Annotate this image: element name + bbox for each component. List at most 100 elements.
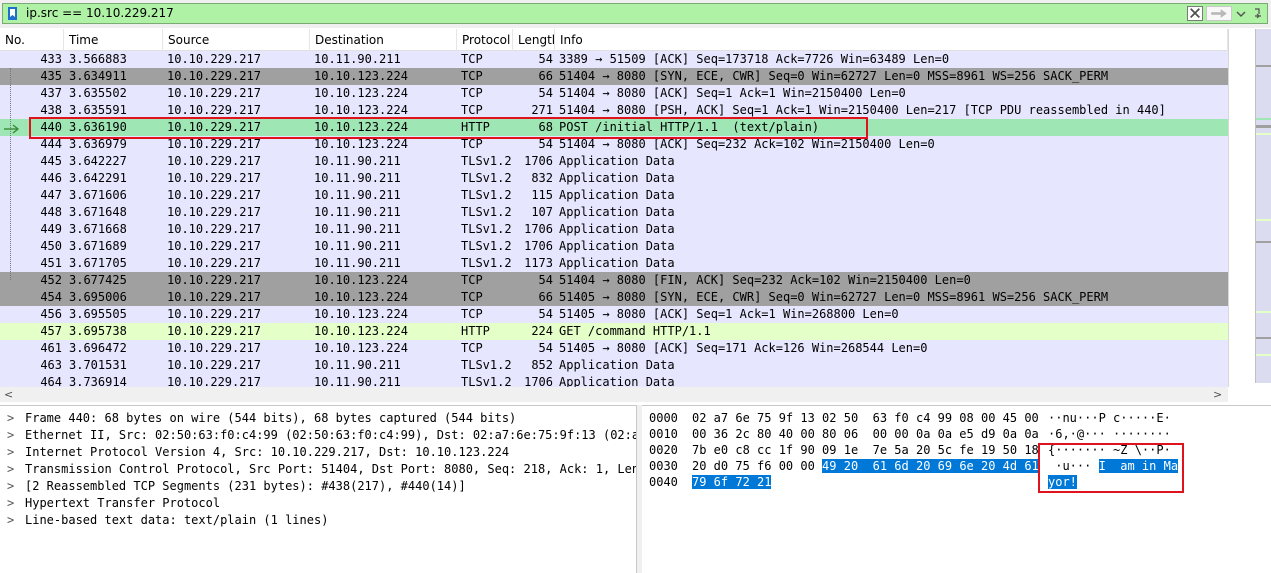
- packet-list-vertical-scrollbar[interactable]: [1228, 29, 1255, 387]
- cell-source: 10.10.229.217: [167, 239, 261, 253]
- bytes-ascii-plain: ··nu···P c·····E·: [1048, 411, 1171, 425]
- column-header-no[interactable]: No.: [0, 29, 64, 51]
- packet-row[interactable]: 435 3.634911 10.10.229.217 10.10.123.224 TCP…: [0, 68, 1228, 85]
- cell-source: 10.10.229.217: [167, 324, 261, 338]
- packet-row[interactable]: 437 3.635502 10.10.229.217 10.10.123.224 TCP…: [0, 85, 1228, 102]
- scroll-right-icon[interactable]: >: [1213, 388, 1222, 401]
- detail-tree-item[interactable]: > Internet Protocol Version 4, Src: 10.10…: [0, 444, 636, 461]
- cell-destination: 10.10.123.224: [314, 273, 408, 287]
- chevron-right-icon[interactable]: >: [7, 512, 17, 529]
- chevron-right-icon[interactable]: >: [7, 410, 17, 427]
- cell-destination: 10.11.90.211: [314, 205, 401, 219]
- cell-length: 1706: [524, 222, 553, 236]
- cell-source: 10.10.229.217: [167, 52, 261, 66]
- column-header-protocol[interactable]: Protocol: [457, 29, 513, 51]
- annotation-highlight-box-ascii: [1038, 443, 1184, 493]
- chevron-right-icon[interactable]: >: [7, 444, 17, 461]
- packet-row[interactable]: 449 3.671668 10.10.229.217 10.11.90.211 TLSv…: [0, 221, 1228, 238]
- detail-tree-label: Frame 440: 68 bytes on wire (544 bits), …: [25, 411, 517, 425]
- packet-row[interactable]: 452 3.677425 10.10.229.217 10.10.123.224 TCP…: [0, 272, 1228, 289]
- cell-destination: 10.11.90.211: [314, 239, 401, 253]
- packet-list-minimap[interactable]: [1255, 29, 1271, 383]
- cell-protocol: TCP: [461, 69, 483, 83]
- cell-info: Application Data: [559, 375, 675, 387]
- cell-info: Application Data: [559, 171, 675, 185]
- bytes-hex-plain: 20 d0 75 f6 00 00: [692, 459, 823, 473]
- bytes-offset: 0020: [649, 443, 678, 457]
- cell-length: 832: [531, 171, 553, 185]
- cell-length: 66: [538, 290, 553, 304]
- packet-row[interactable]: 448 3.671648 10.10.229.217 10.11.90.211 TLSv…: [0, 204, 1228, 221]
- detail-tree-item[interactable]: > Ethernet II, Src: 02:50:63:f0:c4:99 (02…: [0, 427, 636, 444]
- bytes-row[interactable]: 0010 00 36 2c 80 40 00 80 06 00 00 0a 0a …: [642, 426, 1271, 442]
- cell-time: 3.566883: [69, 52, 127, 66]
- bytes-hex: 02 a7 6e 75 9f 13 02 50 63 f0 c4 99 08 0…: [692, 410, 1039, 426]
- packet-list-horizontal-scrollbar[interactable]: < >: [0, 387, 1228, 402]
- cell-destination: 10.11.90.211: [314, 188, 401, 202]
- chevron-right-icon[interactable]: >: [7, 461, 17, 478]
- bytes-offset: 0040: [649, 475, 678, 489]
- packet-row[interactable]: 450 3.671689 10.10.229.217 10.11.90.211 TLSv…: [0, 238, 1228, 255]
- packet-row[interactable]: 433 3.566883 10.10.229.217 10.11.90.211 TCP 5…: [0, 51, 1228, 68]
- packet-row[interactable]: 445 3.642227 10.10.229.217 10.11.90.211 TLSv…: [0, 153, 1228, 170]
- packet-row[interactable]: 451 3.671705 10.10.229.217 10.11.90.211 TLSv…: [0, 255, 1228, 272]
- cell-source: 10.10.229.217: [167, 69, 261, 83]
- cell-source: 10.10.229.217: [167, 290, 261, 304]
- packet-row[interactable]: 461 3.696472 10.10.229.217 10.10.123.224 TCP…: [0, 340, 1228, 357]
- detail-tree-item[interactable]: > Hypertext Transfer Protocol: [0, 495, 636, 512]
- cell-length: 115: [531, 188, 553, 202]
- related-packet-arrow-icon: [4, 124, 20, 134]
- dropdown-icon[interactable]: [1253, 6, 1265, 21]
- cell-info: Application Data: [559, 358, 675, 372]
- chevron-right-icon[interactable]: >: [7, 495, 17, 512]
- cell-time: 3.635502: [69, 86, 127, 100]
- apply-arrow-icon[interactable]: [1206, 6, 1232, 21]
- packet-row[interactable]: 446 3.642291 10.10.229.217 10.11.90.211 TLSv…: [0, 170, 1228, 187]
- bytes-row[interactable]: 0000 02 a7 6e 75 9f 13 02 50 63 f0 c4 99 …: [642, 410, 1271, 426]
- cell-source: 10.10.229.217: [167, 86, 261, 100]
- bytes-offset: 0010: [649, 427, 678, 441]
- column-header-destination[interactable]: Destination: [310, 29, 457, 51]
- cell-destination: 10.11.90.211: [314, 52, 401, 66]
- conversation-tree-line: [10, 68, 11, 280]
- display-filter-input[interactable]: ip.src == 10.10.229.217: [2, 3, 1268, 24]
- cell-time: 3.671668: [69, 222, 127, 236]
- cell-info: 51405 → 8080 [ACK] Seq=171 Ack=126 Win=2…: [559, 341, 928, 355]
- cell-source: 10.10.229.217: [167, 205, 261, 219]
- packet-row[interactable]: 456 3.695505 10.10.229.217 10.10.123.224 TCP…: [0, 306, 1228, 323]
- scroll-left-icon[interactable]: <: [4, 388, 13, 401]
- cell-protocol: TCP: [461, 341, 483, 355]
- column-header-length[interactable]: Lengtl: [513, 29, 555, 51]
- column-header-time[interactable]: Time: [64, 29, 163, 51]
- chevron-right-icon[interactable]: >: [7, 427, 17, 444]
- packet-list: 433 3.566883 10.10.229.217 10.11.90.211 TCP 5…: [0, 51, 1228, 387]
- column-header-source[interactable]: Source: [163, 29, 310, 51]
- packet-row[interactable]: 464 3.736914 10.10.229.217 10.11.90.211 TLSv…: [0, 374, 1228, 387]
- cell-destination: 10.11.90.211: [314, 358, 401, 372]
- bytes-hex: 20 d0 75 f6 00 00 49 20 61 6d 20 69 6e 2…: [692, 458, 1039, 474]
- cell-length: 54: [538, 341, 553, 355]
- cell-destination: 10.11.90.211: [314, 222, 401, 236]
- cell-time: 3.642227: [69, 154, 127, 168]
- detail-tree-item[interactable]: > Frame 440: 68 bytes on wire (544 bits),…: [0, 410, 636, 427]
- chevron-right-icon[interactable]: >: [7, 478, 17, 495]
- cell-length: 107: [531, 205, 553, 219]
- detail-tree-label: Line-based text data: text/plain (1 line…: [25, 513, 329, 527]
- detail-tree-item[interactable]: > Line-based text data: text/plain (1 lin…: [0, 512, 636, 529]
- recent-icon[interactable]: [1234, 6, 1248, 21]
- packet-row[interactable]: 447 3.671606 10.10.229.217 10.11.90.211 TLSv…: [0, 187, 1228, 204]
- cell-info: Application Data: [559, 154, 675, 168]
- packet-row[interactable]: 463 3.701531 10.10.229.217 10.11.90.211 TLSv…: [0, 357, 1228, 374]
- cell-no: 461: [40, 341, 62, 355]
- detail-tree-item[interactable]: > [2 Reassembled TCP Segments (231 bytes)…: [0, 478, 636, 495]
- column-header-info[interactable]: Info: [555, 29, 1228, 51]
- packet-row[interactable]: 457 3.695738 10.10.229.217 10.10.123.224 HTT…: [0, 323, 1228, 340]
- packet-row[interactable]: 454 3.695006 10.10.229.217 10.10.123.224 TCP…: [0, 289, 1228, 306]
- clear-icon[interactable]: [1187, 6, 1203, 21]
- cell-no: 464: [40, 375, 62, 387]
- bookmark-icon[interactable]: [7, 6, 18, 21]
- cell-source: 10.10.229.217: [167, 188, 261, 202]
- cell-protocol: TCP: [461, 307, 483, 321]
- cell-length: 54: [538, 86, 553, 100]
- detail-tree-item[interactable]: > Transmission Control Protocol, Src Port…: [0, 461, 636, 478]
